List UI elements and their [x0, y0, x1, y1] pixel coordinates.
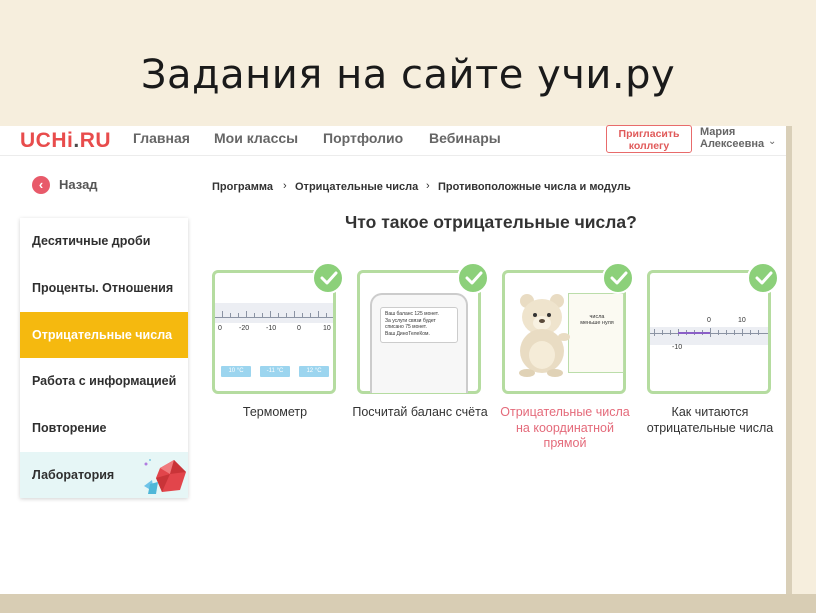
number-line-scale	[650, 327, 768, 345]
nav-portfolio[interactable]: Портфолио	[323, 130, 403, 146]
checkmark-icon	[312, 262, 344, 294]
tick-label: 0	[297, 325, 301, 332]
user-menu[interactable]: Мария Алексеевна	[700, 126, 764, 150]
tick-label: 0	[218, 325, 222, 332]
invite-colleague-button[interactable]: Пригласить коллегу	[606, 125, 692, 153]
card-label-number-line[interactable]: Отрицательные числа на координатной прям…	[495, 405, 635, 452]
tick-label: 10	[323, 325, 331, 332]
sidebar-item-negative-numbers[interactable]: Отрицательные числа	[20, 312, 188, 358]
nav-my-classes[interactable]: Мои классы	[214, 130, 298, 146]
tick-label: -20	[239, 325, 250, 332]
checkmark-icon	[457, 262, 489, 294]
tick-label: 10	[738, 317, 746, 324]
sms-message: Ваш баланс 125 монет. За услуги связи бу…	[380, 307, 458, 343]
tick-label: -10	[672, 344, 683, 351]
thermometer-scale	[215, 303, 333, 323]
uchi-ru-screenshot: UCHi.RU Главная Мои классы Портфолио Веб…	[0, 125, 792, 594]
tick-label: -10	[266, 325, 277, 332]
temperature-chip[interactable]: 12 °C	[299, 366, 329, 377]
breadcrumb-chevron-icon: ›	[283, 180, 287, 192]
temperature-chip[interactable]: -11 °C	[260, 366, 290, 377]
nav-webinars[interactable]: Вебинары	[429, 130, 501, 146]
top-navigation: UCHi.RU Главная Мои классы Портфолио Веб…	[0, 125, 786, 156]
checkmark-icon	[747, 262, 779, 294]
sidebar-item-repetition[interactable]: Повторение	[20, 405, 188, 451]
crystal-icon	[144, 459, 186, 494]
breadcrumb-opposite-numbers[interactable]: Противоположные числа и модуль	[438, 181, 631, 193]
temperature-chip[interactable]: 10 °C	[221, 366, 251, 377]
bear-mascot-icon	[519, 294, 570, 377]
back-label[interactable]: Назад	[59, 177, 98, 192]
chevron-down-icon[interactable]: ⌄	[768, 136, 776, 147]
breadcrumb-chevron-icon: ›	[426, 180, 430, 192]
page-title: Что такое отрицательные числа?	[345, 212, 637, 232]
frame-edge	[786, 126, 792, 594]
slide-title: Задания на сайте учи.ру	[140, 52, 676, 98]
tick-label: 0	[707, 317, 711, 324]
sidebar-item-laboratory[interactable]: Лаборатория	[20, 452, 188, 498]
card-label-reading[interactable]: Как читаются отрицательные числа	[640, 405, 780, 436]
sidebar-item-decimals[interactable]: Десятичные дроби	[20, 218, 188, 264]
uchi-logo[interactable]: UCHi.RU	[20, 129, 111, 153]
topic-sidebar: Десятичные дроби Проценты. Отношения Отр…	[20, 218, 188, 498]
card-label-thermometer[interactable]: Термометр	[205, 405, 345, 421]
sidebar-item-information[interactable]: Работа с информацией	[20, 358, 188, 404]
sidebar-item-percents[interactable]: Проценты. Отношения	[20, 265, 188, 311]
card-label-balance[interactable]: Посчитай баланс счёта	[350, 405, 490, 421]
breadcrumb-negative-numbers[interactable]: Отрицательные числа	[295, 181, 418, 193]
phone-illustration: Ваш баланс 125 монет. За услуги связи бу…	[370, 293, 468, 393]
breadcrumb-program[interactable]: Программа	[212, 181, 273, 193]
slide-footer-band	[0, 594, 816, 613]
back-arrow-icon[interactable]: ‹	[32, 176, 50, 194]
nav-home[interactable]: Главная	[133, 130, 190, 146]
checkmark-icon	[602, 262, 634, 294]
